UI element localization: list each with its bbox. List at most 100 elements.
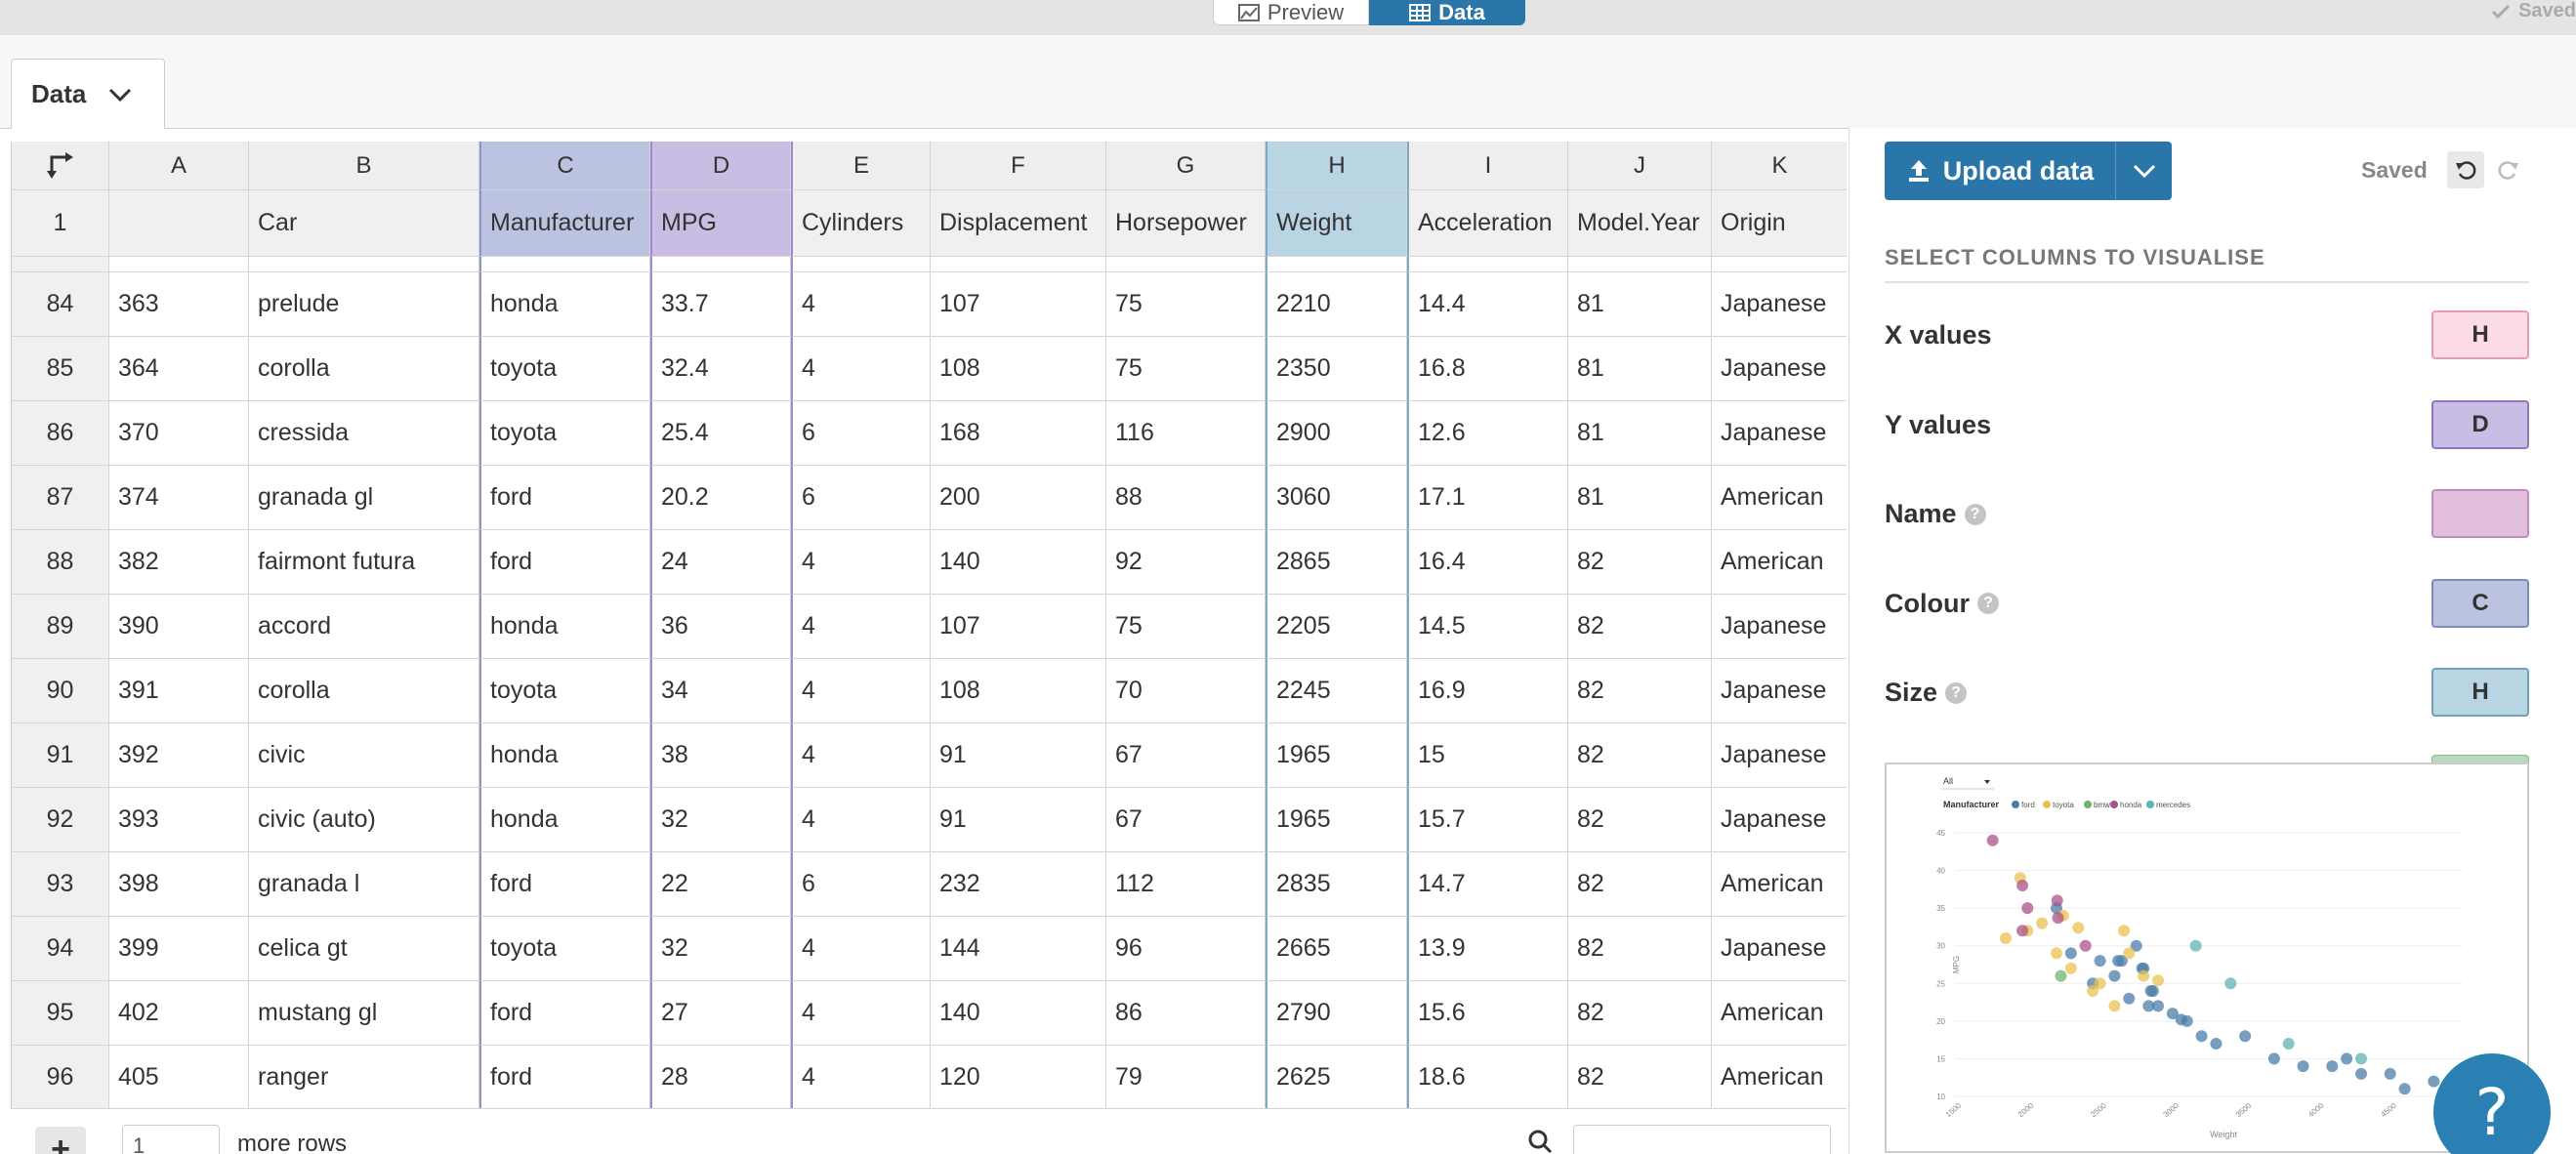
table-cell[interactable]: 75 (1106, 595, 1266, 659)
rows-count-input[interactable]: 1 (122, 1125, 220, 1154)
table-cell[interactable]: 14.4 (1407, 272, 1568, 337)
table-cell[interactable]: 108 (931, 659, 1106, 723)
table-cell[interactable]: 82 (1568, 723, 1712, 788)
table-cell[interactable]: 75 (1106, 337, 1266, 401)
table-cell[interactable]: 1965 (1266, 788, 1407, 852)
column-name-cell[interactable]: Acceleration (1407, 190, 1568, 257)
table-cell[interactable]: 4 (791, 788, 931, 852)
table-cell[interactable]: 16.9 (1407, 659, 1568, 723)
table-cell[interactable]: 24 (650, 530, 791, 595)
table-cell[interactable]: 200 (931, 466, 1106, 530)
table-cell[interactable]: 20.2 (650, 466, 791, 530)
table-cell[interactable]: 96 (1106, 917, 1266, 981)
table-cell[interactable]: fairmont futura (249, 530, 479, 595)
table-cell[interactable]: 108 (931, 337, 1106, 401)
column-name-cell[interactable] (109, 190, 249, 257)
table-cell[interactable]: granada gl (249, 466, 479, 530)
table-cell[interactable]: 2835 (1266, 852, 1407, 917)
upload-data-button[interactable]: Upload data (1885, 142, 2115, 200)
table-cell[interactable]: 12.6 (1407, 401, 1568, 466)
table-cell[interactable]: Japanese (1712, 337, 1847, 401)
table-cell[interactable]: 144 (931, 917, 1106, 981)
table-cell[interactable]: 14.5 (1407, 595, 1568, 659)
table-cell[interactable]: 75 (1106, 272, 1266, 337)
row-number[interactable]: 93 (12, 852, 109, 917)
binding-column-chip[interactable]: D (2431, 399, 2529, 449)
table-cell[interactable]: 70 (1106, 659, 1266, 723)
row-number[interactable]: 92 (12, 788, 109, 852)
table-cell[interactable]: 92 (1106, 530, 1266, 595)
table-cell[interactable]: 2625 (1266, 1046, 1407, 1108)
table-cell[interactable]: 88 (1106, 466, 1266, 530)
table-cell[interactable]: 4 (791, 530, 931, 595)
row-number[interactable]: 90 (12, 659, 109, 723)
table-cell[interactable]: 4 (791, 1046, 931, 1108)
redo-button[interactable] (2490, 151, 2527, 188)
preview-thumbnail[interactable]: All Manufacturer ford toyota bmw honda mercede… (1885, 762, 2529, 1153)
table-cell[interactable]: 82 (1568, 530, 1712, 595)
table-cell[interactable]: 36 (650, 595, 791, 659)
table-cell[interactable]: celica gt (249, 917, 479, 981)
table-cell[interactable]: accord (249, 595, 479, 659)
column-letter-f[interactable]: F (931, 142, 1106, 190)
table-cell[interactable]: 4 (791, 337, 931, 401)
table-cell[interactable]: 32.4 (650, 337, 791, 401)
table-cell[interactable]: toyota (479, 659, 650, 723)
table-cell[interactable]: 13.9 (1407, 917, 1568, 981)
column-name-cell[interactable]: Weight (1266, 190, 1407, 257)
table-cell[interactable]: 81 (1568, 466, 1712, 530)
help-icon[interactable]: ? (1945, 681, 1968, 704)
table-cell[interactable]: American (1712, 1046, 1847, 1108)
table-cell[interactable]: civic (auto) (249, 788, 479, 852)
table-cell[interactable]: 107 (931, 272, 1106, 337)
undo-button[interactable] (2447, 151, 2484, 188)
column-name-cell[interactable]: MPG (650, 190, 791, 257)
table-cell[interactable]: 374 (109, 466, 249, 530)
table-cell[interactable]: Japanese (1712, 272, 1847, 337)
table-cell[interactable]: 82 (1568, 917, 1712, 981)
table-cell[interactable]: 112 (1106, 852, 1266, 917)
row-number[interactable]: 86 (12, 401, 109, 466)
table-cell[interactable]: honda (479, 723, 650, 788)
table-cell[interactable]: ford (479, 981, 650, 1046)
table-cell[interactable]: granada l (249, 852, 479, 917)
table-cell[interactable]: 399 (109, 917, 249, 981)
table-cell[interactable]: civic (249, 723, 479, 788)
binding-column-chip[interactable]: H (2431, 668, 2529, 717)
binding-column-chip[interactable] (2431, 489, 2529, 538)
table-cell[interactable]: 33.7 (650, 272, 791, 337)
table-cell[interactable]: 82 (1568, 659, 1712, 723)
table-cell[interactable]: mustang gl (249, 981, 479, 1046)
table-cell[interactable]: 82 (1568, 981, 1712, 1046)
table-cell[interactable]: 27 (650, 981, 791, 1046)
table-cell[interactable]: Japanese (1712, 659, 1847, 723)
table-cell[interactable]: 107 (931, 595, 1106, 659)
table-cell[interactable]: 363 (109, 272, 249, 337)
table-cell[interactable]: 4 (791, 659, 931, 723)
tab-data[interactable]: Data (11, 59, 165, 129)
table-cell[interactable]: 398 (109, 852, 249, 917)
table-cell[interactable]: 232 (931, 852, 1106, 917)
table-cell[interactable]: Japanese (1712, 723, 1847, 788)
table-cell[interactable]: honda (479, 595, 650, 659)
table-cell[interactable]: toyota (479, 337, 650, 401)
column-letter-e[interactable]: E (791, 142, 931, 190)
row-number[interactable]: 84 (12, 272, 109, 337)
table-cell[interactable]: 6 (791, 466, 931, 530)
table-cell[interactable]: 390 (109, 595, 249, 659)
table-cell[interactable]: 67 (1106, 788, 1266, 852)
column-name-cell[interactable]: Cylinders (791, 190, 931, 257)
help-icon[interactable]: ? (1977, 593, 1999, 614)
table-cell[interactable]: 393 (109, 788, 249, 852)
column-name-cell[interactable]: Horsepower (1106, 190, 1266, 257)
table-cell[interactable]: Japanese (1712, 917, 1847, 981)
table-cell[interactable]: 2900 (1266, 401, 1407, 466)
table-cell[interactable]: American (1712, 466, 1847, 530)
column-letter-c[interactable]: C (479, 142, 650, 190)
row-number[interactable]: 95 (12, 981, 109, 1046)
table-cell[interactable]: 15.6 (1407, 981, 1568, 1046)
table-cell[interactable]: 382 (109, 530, 249, 595)
table-cell[interactable]: 6 (791, 401, 931, 466)
table-cell[interactable]: 2205 (1266, 595, 1407, 659)
binding-column-chip[interactable]: C (2431, 578, 2529, 628)
